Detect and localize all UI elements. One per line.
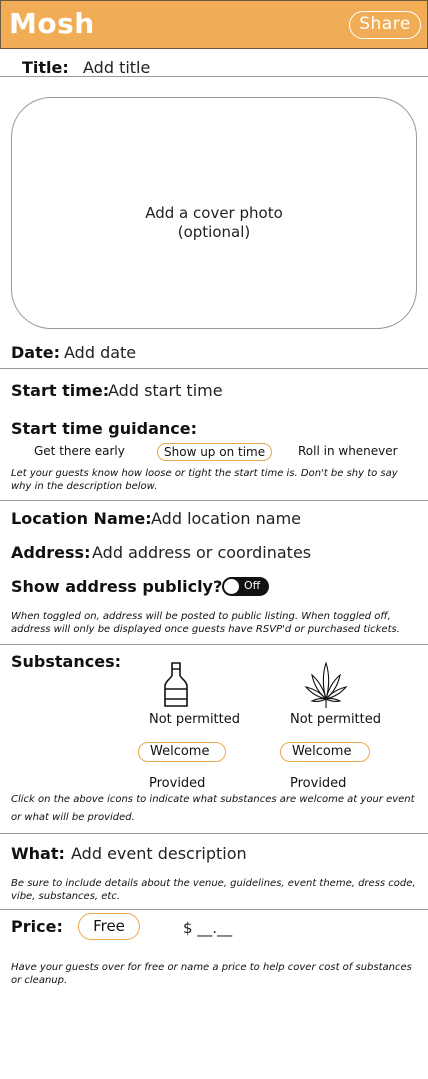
alcohol-provided[interactable]: Provided <box>149 776 205 791</box>
start-time-input[interactable]: Add start time <box>108 381 223 400</box>
title-label: Title: <box>22 58 69 77</box>
bottle-icon[interactable] <box>162 662 190 708</box>
show-address-toggle[interactable]: Off <box>222 577 269 596</box>
start-time-label: Start time: <box>11 381 110 400</box>
divider <box>0 76 428 77</box>
location-input[interactable]: Add location name <box>151 509 301 528</box>
address-note: When toggled on, address will be posted … <box>11 611 400 635</box>
title-input[interactable]: Add title <box>83 58 150 77</box>
divider <box>0 500 428 501</box>
divider <box>0 644 428 645</box>
substances-note: Click on the above icons to indicate wha… <box>11 794 415 823</box>
location-label: Location Name: <box>11 509 152 528</box>
toggle-state: Off <box>244 579 261 592</box>
show-address-label: Show address publicly? <box>11 577 223 596</box>
substances-label: Substances: <box>11 652 121 671</box>
price-label: Price: <box>11 917 63 936</box>
date-input[interactable]: Add date <box>64 343 136 362</box>
divider <box>0 833 428 834</box>
share-button[interactable]: Share <box>349 11 421 39</box>
divider <box>0 368 428 369</box>
cover-photo-prompt: Add a cover photo (optional) <box>145 204 283 241</box>
description-input[interactable]: Add event description <box>71 844 247 863</box>
guidance-option-on-time[interactable]: Show up on time <box>157 443 273 461</box>
free-price-button[interactable]: Free <box>78 913 140 940</box>
alcohol-welcome-button[interactable]: Welcome <box>138 742 226 762</box>
cannabis-provided[interactable]: Provided <box>290 776 346 791</box>
toggle-knob <box>224 579 239 594</box>
guidance-option-whenever[interactable]: Roll in whenever <box>298 444 398 458</box>
price-amount-input[interactable]: $ __.__ <box>183 919 232 937</box>
guidance-label: Start time guidance: <box>11 419 198 438</box>
cannabis-leaf-icon[interactable] <box>304 661 348 709</box>
cannabis-status: Not permitted <box>290 712 381 727</box>
address-input[interactable]: Add address or coordinates <box>92 543 311 562</box>
guidance-note: Let your guests know how loose or tight … <box>11 468 398 492</box>
address-label: Address: <box>11 543 91 562</box>
cannabis-welcome-button[interactable]: Welcome <box>280 742 370 762</box>
what-label: What: <box>11 844 65 863</box>
price-note: Have your guests over for free or name a… <box>11 962 412 986</box>
app-header: Mosh Share <box>0 0 428 49</box>
guidance-option-early[interactable]: Get there early <box>34 444 125 458</box>
divider <box>0 909 428 910</box>
date-label: Date: <box>11 343 60 362</box>
brand-logo: Mosh <box>9 7 95 40</box>
cover-photo-upload[interactable]: Add a cover photo (optional) <box>11 97 417 329</box>
what-note: Be sure to include details about the ven… <box>11 878 416 902</box>
alcohol-status: Not permitted <box>149 712 240 727</box>
